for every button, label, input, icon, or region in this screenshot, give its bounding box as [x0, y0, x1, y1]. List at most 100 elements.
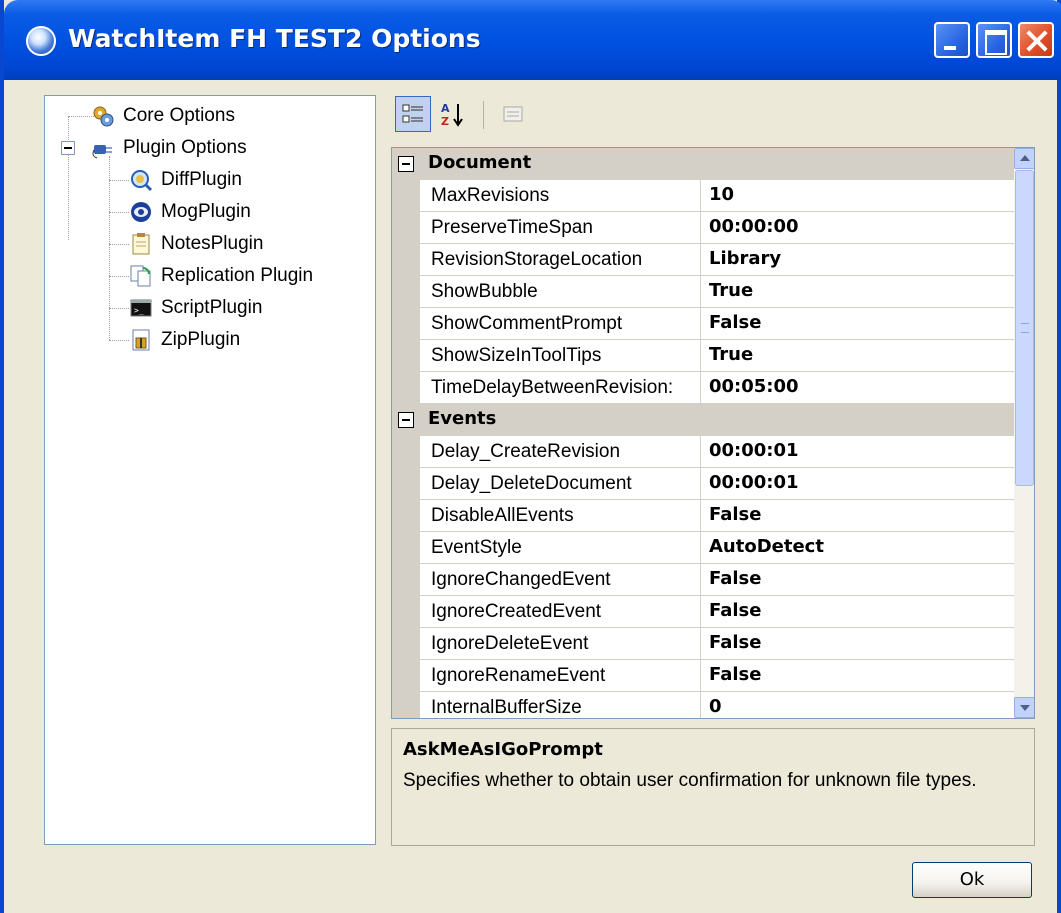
property-value[interactable]: 0 — [701, 692, 1014, 718]
property-value[interactable]: 00:00:01 — [701, 436, 1014, 468]
property-value[interactable]: 00:00:01 — [701, 468, 1014, 500]
property-row[interactable]: PreserveTimeSpan 00:00:00 — [392, 212, 1014, 244]
property-value[interactable]: AutoDetect — [701, 532, 1014, 564]
property-row[interactable]: ShowCommentPrompt False — [392, 308, 1014, 340]
tree-item-label: NotesPlugin — [161, 233, 264, 254]
property-row[interactable]: IgnoreDeleteEvent False — [392, 628, 1014, 660]
tree-item-plugin-options[interactable]: Plugin Options — [91, 133, 247, 163]
property-value[interactable]: 00:00:00 — [701, 212, 1014, 244]
property-value[interactable]: Library — [701, 244, 1014, 276]
description-panel: AskMeAsIGoPrompt Specifies whether to ob… — [391, 728, 1035, 846]
collapse-toggle[interactable] — [61, 141, 75, 155]
window-title: WatchItem FH TEST2 Options — [68, 24, 481, 53]
property-value[interactable]: True — [701, 340, 1014, 372]
property-name: IgnoreCreatedEvent — [420, 596, 701, 628]
row-margin — [392, 244, 420, 276]
property-value[interactable]: False — [701, 596, 1014, 628]
property-name: ShowCommentPrompt — [420, 308, 701, 340]
tree-item-label: Plugin Options — [123, 137, 247, 158]
scroll-up-button[interactable] — [1014, 148, 1034, 169]
tree-item-label: ZipPlugin — [161, 329, 241, 350]
tree-item-diffplugin[interactable]: DiffPlugin — [129, 165, 242, 195]
property-name: DisableAllEvents — [420, 500, 701, 532]
property-name: EventStyle — [420, 532, 701, 564]
tree-connector — [109, 308, 129, 309]
property-name: Delay_DeleteDocument — [420, 468, 701, 500]
scroll-thumb[interactable] — [1015, 170, 1034, 486]
property-row[interactable]: ShowBubble True — [392, 276, 1014, 308]
property-pages-button[interactable] — [495, 96, 531, 132]
gears-icon — [93, 106, 114, 127]
collapse-toggle[interactable] — [398, 156, 414, 172]
minimize-button[interactable] — [934, 22, 970, 58]
tree-item-replication-plugin[interactable]: Replication Plugin — [129, 261, 313, 291]
alphabetical-button[interactable]: A Z — [435, 96, 471, 132]
title-bar[interactable]: WatchItem FH TEST2 Options — [4, 0, 1061, 80]
property-pages-icon — [503, 106, 523, 122]
tree-item-core-options[interactable]: Core Options — [91, 101, 235, 131]
property-row[interactable]: InternalBufferSize 0 — [392, 692, 1014, 718]
tree-item-label: Core Options — [123, 105, 235, 126]
tree-item-notesplugin[interactable]: NotesPlugin — [129, 229, 263, 259]
property-value[interactable]: True — [701, 276, 1014, 308]
vertical-scrollbar[interactable] — [1014, 148, 1034, 718]
options-tree[interactable]: Core Options Plugin Options DiffPlugin M… — [44, 95, 376, 845]
options-window: WatchItem FH TEST2 Options Core Options — [0, 0, 1061, 913]
collapse-toggle[interactable] — [398, 412, 414, 428]
property-row[interactable]: IgnoreRenameEvent False — [392, 660, 1014, 692]
tree-connector — [109, 276, 129, 277]
close-button[interactable] — [1018, 22, 1054, 58]
row-margin — [392, 532, 420, 564]
category-row-document[interactable]: Document — [392, 148, 1014, 180]
tree-connector — [109, 340, 129, 341]
property-row[interactable]: MaxRevisions 10 — [392, 180, 1014, 212]
property-value[interactable]: False — [701, 308, 1014, 340]
row-margin — [392, 436, 420, 468]
scroll-down-button[interactable] — [1014, 697, 1034, 718]
property-row[interactable]: IgnoreChangedEvent False — [392, 564, 1014, 596]
property-value[interactable]: 10 — [701, 180, 1014, 212]
category-row-events[interactable]: Events — [392, 404, 1014, 436]
row-margin — [392, 276, 420, 308]
property-row[interactable]: Delay_CreateRevision 00:00:01 — [392, 436, 1014, 468]
row-margin — [392, 372, 420, 404]
row-margin — [392, 692, 420, 718]
console-icon: >_ — [130, 299, 152, 317]
property-row[interactable]: RevisionStorageLocation Library — [392, 244, 1014, 276]
globe-icon — [131, 202, 151, 222]
property-value[interactable]: 00:05:00 — [701, 372, 1014, 404]
property-name: RevisionStorageLocation — [420, 244, 701, 276]
property-row[interactable]: TimeDelayBetweenRevision: 00:05:00 — [392, 372, 1014, 404]
property-grid[interactable]: Document MaxRevisions 10 PreserveTimeSpa… — [391, 147, 1035, 719]
property-value[interactable]: False — [701, 660, 1014, 692]
row-margin — [392, 212, 420, 244]
description-text: Specifies whether to obtain user confirm… — [403, 770, 977, 791]
replicate-icon — [130, 265, 151, 287]
property-value[interactable]: False — [701, 564, 1014, 596]
property-value[interactable]: False — [701, 628, 1014, 660]
tree-item-label: DiffPlugin — [161, 169, 242, 190]
categorized-icon — [402, 104, 423, 123]
property-value[interactable]: False — [701, 500, 1014, 532]
ok-button[interactable]: Ok — [912, 862, 1032, 898]
tree-item-scriptplugin[interactable]: >_ ScriptPlugin — [129, 293, 262, 323]
property-row[interactable]: ShowSizeInToolTips True — [392, 340, 1014, 372]
tree-item-mogplugin[interactable]: MogPlugin — [129, 197, 251, 227]
tree-item-label: Replication Plugin — [161, 265, 314, 286]
property-row[interactable]: EventStyle AutoDetect — [392, 532, 1014, 564]
property-name: ShowBubble — [420, 276, 701, 308]
property-name: PreserveTimeSpan — [420, 212, 701, 244]
property-row[interactable]: Delay_DeleteDocument 00:00:01 — [392, 468, 1014, 500]
categorized-button[interactable] — [395, 96, 431, 132]
description-title: AskMeAsIGoPrompt — [403, 739, 603, 760]
sort-az-icon: A Z — [441, 102, 463, 128]
property-name: IgnoreRenameEvent — [420, 660, 701, 692]
row-margin — [392, 308, 420, 340]
row-margin — [392, 180, 420, 212]
property-name: IgnoreDeleteEvent — [420, 628, 701, 660]
property-row[interactable]: DisableAllEvents False — [392, 500, 1014, 532]
tree-item-zipplugin[interactable]: ZipPlugin — [129, 325, 240, 355]
property-name: ShowSizeInToolTips — [420, 340, 701, 372]
property-row[interactable]: IgnoreCreatedEvent False — [392, 596, 1014, 628]
maximize-button[interactable] — [976, 22, 1012, 58]
